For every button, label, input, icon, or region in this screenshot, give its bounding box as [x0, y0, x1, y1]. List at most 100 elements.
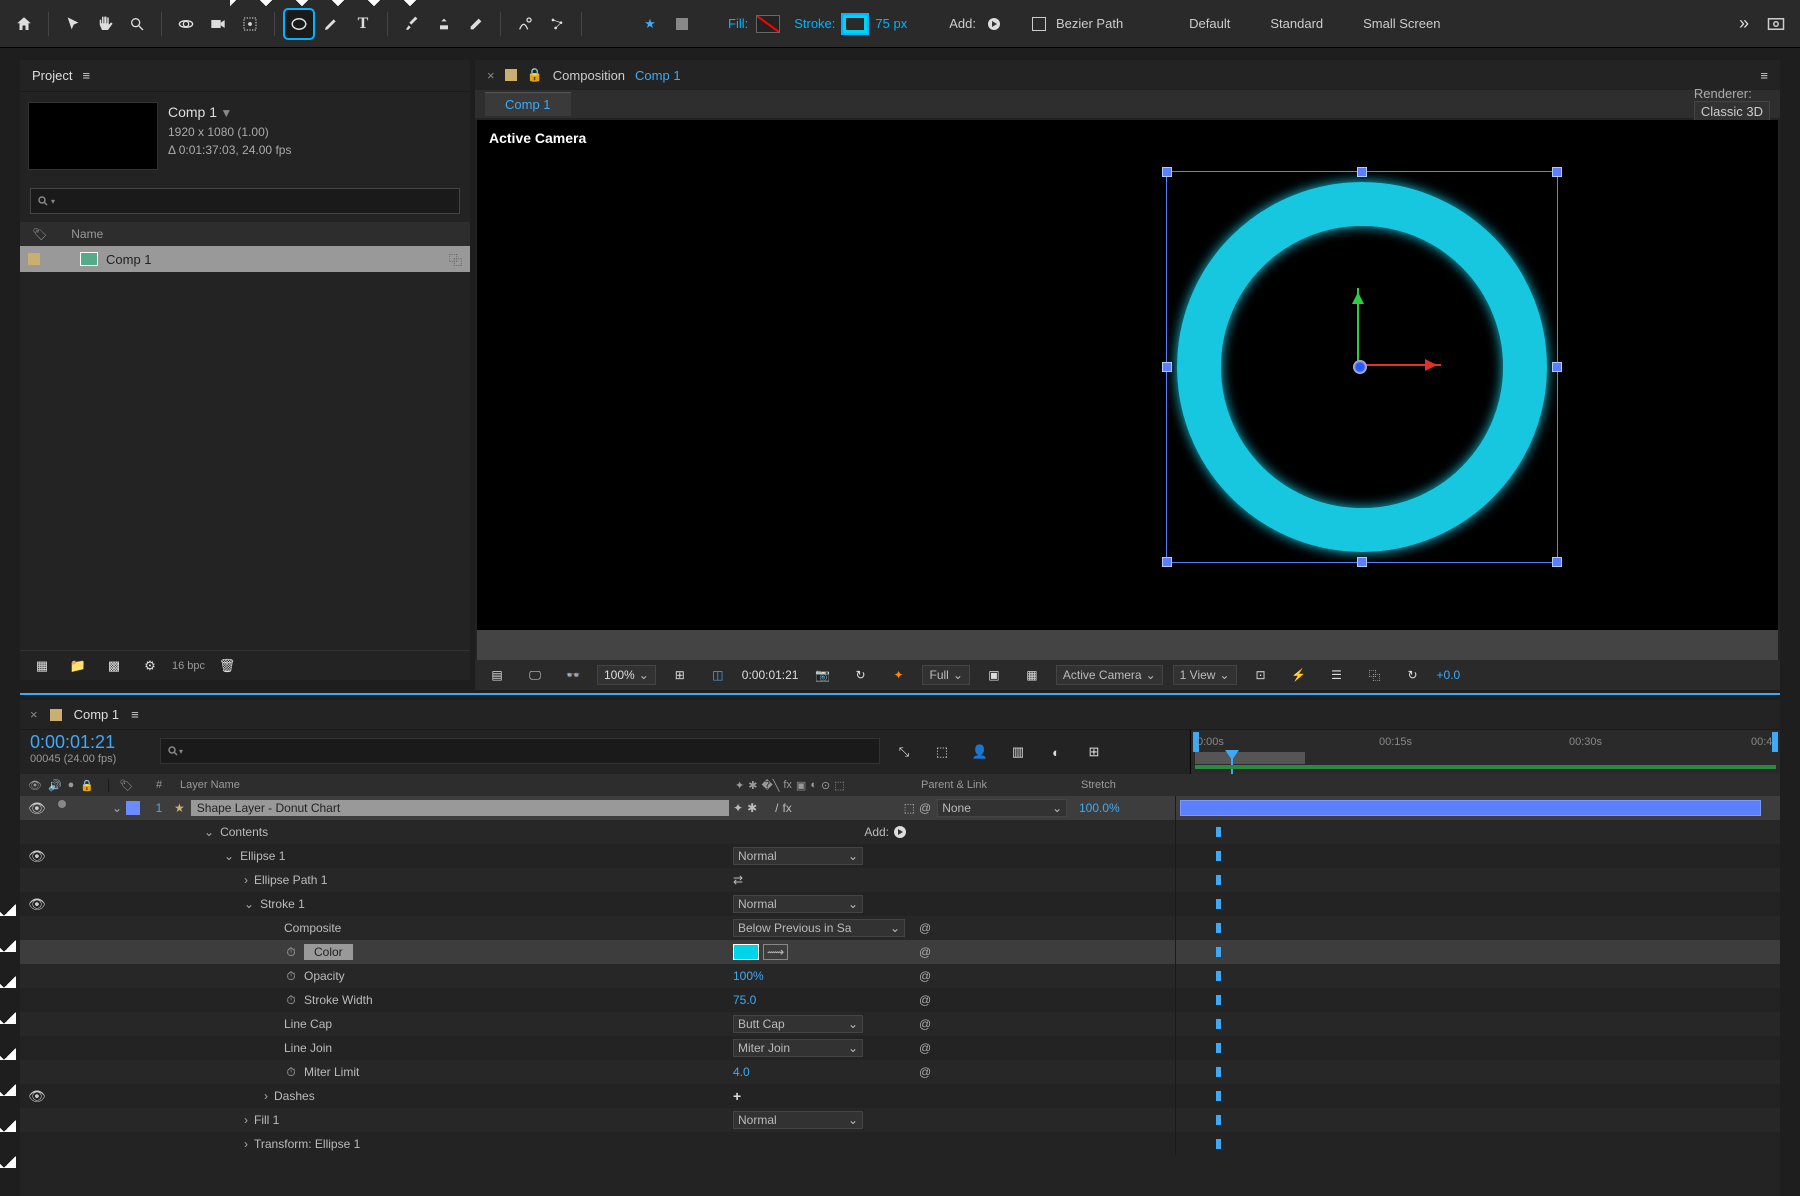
prop-line-join[interactable]: Line Join Miter Join⌄ @ [20, 1036, 1780, 1060]
layer-row[interactable]: 👁 ⌄ 1 ★ Shape Layer - Donut Chart ✦✱/fx⬚… [20, 796, 1780, 820]
work-area[interactable] [1195, 752, 1305, 764]
flowchart-icon[interactable]: ⿻ [449, 250, 462, 269]
toggle-device-icon[interactable]: 🖵 [521, 661, 549, 689]
layer-duration-bar[interactable] [1180, 800, 1761, 816]
transparency-grid-icon[interactable]: ▦ [1018, 661, 1046, 689]
prop-stroke-width[interactable]: ⏱Stroke Width 75.0 @ [20, 988, 1780, 1012]
project-settings-icon[interactable]: ⚙ [136, 652, 164, 680]
parent-dropdown[interactable]: None⌄ [937, 799, 1067, 817]
trash-icon[interactable]: 🗑 [213, 652, 241, 680]
eye-icon[interactable]: 👁 [28, 800, 46, 817]
prop-composite[interactable]: Composite Below Previous in Sa⌄ @ [20, 916, 1780, 940]
motion-blur-icon[interactable]: ◐ [1042, 738, 1070, 766]
prop-color[interactable]: ⏱ Color ⟿ @ [20, 940, 1780, 964]
exposure-value[interactable]: +0.0 [1437, 668, 1461, 682]
timeline-current-time[interactable]: 0:00:01:21 [30, 732, 150, 753]
orbit-tool-icon[interactable] [172, 10, 200, 38]
puppet-tool-icon[interactable] [543, 10, 571, 38]
stopwatch-icon[interactable]: ⏱ [284, 945, 298, 959]
magnification-dropdown[interactable]: 100% ⌄ [597, 665, 656, 685]
project-item-row[interactable]: Comp 1 ⿻ [20, 246, 470, 272]
twirl-icon[interactable]: ⌄ [112, 801, 122, 815]
hand-tool-icon[interactable] [91, 10, 119, 38]
close-tab-icon[interactable]: × [487, 68, 495, 83]
pixel-aspect-icon[interactable]: ⊡ [1247, 661, 1275, 689]
project-panel-title[interactable]: Project [32, 68, 72, 83]
stroke-width-value[interactable]: 75 px [875, 16, 907, 31]
comp-mini-flowchart-icon[interactable]: ⤡ [890, 738, 918, 766]
prop-miter-limit[interactable]: ⏱Miter Limit 4.0 @ [20, 1060, 1780, 1084]
resolution-dropdown[interactable]: Full ⌄ [922, 665, 969, 685]
toggle-mask-icon[interactable]: 👓 [559, 661, 587, 689]
add-play-icon[interactable] [980, 10, 1008, 38]
eraser-tool-icon[interactable] [462, 10, 490, 38]
prop-ellipse[interactable]: 👁 ⌄Ellipse 1 Normal⌄ [20, 844, 1780, 868]
add-dash-icon[interactable]: + [733, 1088, 741, 1104]
eyedropper-icon[interactable]: ⟿ [763, 944, 788, 960]
prop-ellipse-path[interactable]: ›Ellipse Path 1 ⇄ [20, 868, 1780, 892]
panel-menu-icon[interactable]: ≡ [1760, 68, 1768, 83]
graph-editor-icon[interactable]: ⊞ [1080, 738, 1108, 766]
prop-line-cap[interactable]: Line Cap Butt Cap⌄ @ [20, 1012, 1780, 1036]
tag-icon[interactable]: 🏷 [32, 227, 47, 241]
prop-dashes[interactable]: 👁 ›Dashes + [20, 1084, 1780, 1108]
toggle-alpha-icon[interactable]: ▤ [483, 661, 511, 689]
viewport[interactable]: Active Camera [477, 120, 1778, 630]
panel-menu-icon[interactable]: ≡ [131, 707, 139, 722]
comp-breadcrumb-tab[interactable]: Comp 1 [485, 92, 571, 116]
frame-blend-icon[interactable]: ▥ [1004, 738, 1032, 766]
time-ruler[interactable]: 0:00s 00:15s 00:30s 00:4 [1190, 730, 1780, 774]
camera-tool-icon[interactable] [204, 10, 232, 38]
timeline-icon[interactable]: ☰ [1323, 661, 1351, 689]
clone-stamp-tool-icon[interactable] [430, 10, 458, 38]
selection-tool-icon[interactable] [59, 10, 87, 38]
timeline-search-input[interactable]: ▾ [160, 738, 880, 764]
view-mode-dropdown[interactable]: Active Camera ⌄ [1056, 665, 1163, 685]
label-color[interactable] [126, 801, 140, 815]
viewer-comp-link[interactable]: Comp 1 [635, 68, 681, 83]
stroke-swatch[interactable] [843, 15, 867, 33]
show-snapshot-icon[interactable]: ↻ [846, 661, 874, 689]
project-search-input[interactable]: ▾ [30, 188, 460, 214]
prop-stroke[interactable]: 👁 ⌄Stroke 1 Normal⌄ [20, 892, 1780, 916]
snapshot-icon[interactable]: 📷 [808, 661, 836, 689]
pickwhip-icon[interactable]: @ [919, 801, 931, 815]
bpc-label[interactable]: 16 bpc [172, 660, 205, 672]
new-comp-icon[interactable]: ▩ [100, 652, 128, 680]
panel-search-icon[interactable] [1762, 10, 1790, 38]
shy-icon[interactable]: 👤 [966, 738, 994, 766]
prop-fill[interactable]: ›Fill 1 Normal⌄ [20, 1108, 1780, 1132]
prop-opacity[interactable]: ⏱Opacity 100% @ [20, 964, 1780, 988]
workspace-default[interactable]: Default [1171, 10, 1248, 38]
grid-icon[interactable]: ⊞ [666, 661, 694, 689]
flowchart-icon[interactable]: ⿻ [1361, 661, 1389, 689]
renderer-dropdown[interactable]: Classic 3D [1694, 101, 1770, 122]
channel-icon[interactable]: ✦ [884, 661, 912, 689]
draft-3d-icon[interactable]: ⬚ [928, 738, 956, 766]
3d-switch-icon[interactable]: ⬚ [904, 801, 915, 815]
overflow-icon[interactable]: » [1730, 10, 1758, 38]
constrain-icon[interactable]: ⇄ [733, 873, 743, 887]
panel-menu-icon[interactable]: ≡ [82, 68, 90, 83]
roi-icon[interactable]: ▣ [980, 661, 1008, 689]
snapping-icon[interactable] [668, 10, 696, 38]
view-count-dropdown[interactable]: 1 View ⌄ [1173, 665, 1237, 685]
layer-name[interactable]: Shape Layer - Donut Chart [191, 800, 729, 816]
col-name-header[interactable]: Name [71, 227, 103, 241]
workspace-standard[interactable]: Standard [1252, 10, 1341, 38]
comp-thumbnail[interactable] [28, 102, 158, 170]
timeline-tab[interactable]: Comp 1 [74, 707, 120, 722]
color-swatch[interactable] [733, 944, 759, 960]
prop-contents[interactable]: ⌄Contents Add: [20, 820, 1780, 844]
workspace-small-screen[interactable]: Small Screen [1345, 10, 1458, 38]
interpret-footage-icon[interactable]: ▦ [28, 652, 56, 680]
bezier-checkbox[interactable] [1032, 17, 1046, 31]
playhead[interactable] [1231, 750, 1233, 774]
pickwhip-icon[interactable]: @ [919, 921, 931, 935]
blend-mode-dropdown[interactable]: Normal⌄ [733, 847, 863, 865]
current-time[interactable]: 0:00:01:21 [742, 668, 799, 682]
close-tab-icon[interactable]: × [30, 707, 38, 722]
zoom-tool-icon[interactable] [123, 10, 151, 38]
star-icon[interactable]: ★ [636, 10, 664, 38]
roto-brush-tool-icon[interactable] [511, 10, 539, 38]
